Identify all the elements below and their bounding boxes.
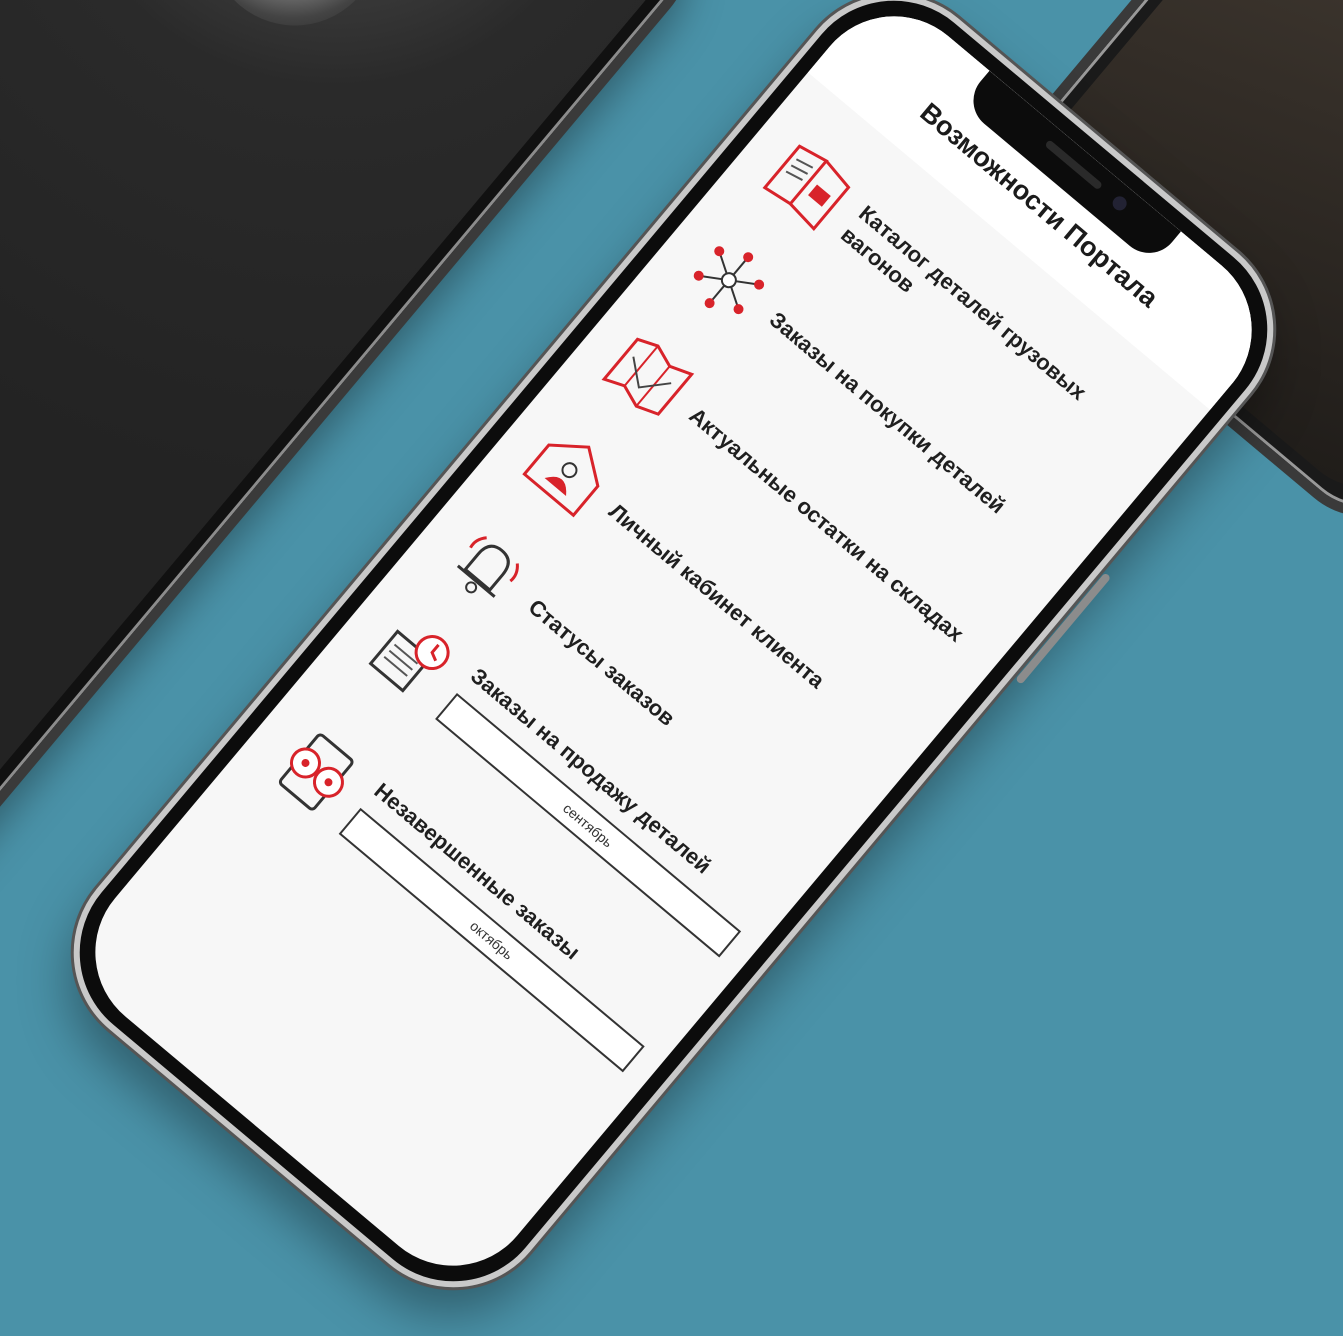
camera-lens-image	[175, 0, 415, 61]
front-camera	[1109, 193, 1130, 213]
